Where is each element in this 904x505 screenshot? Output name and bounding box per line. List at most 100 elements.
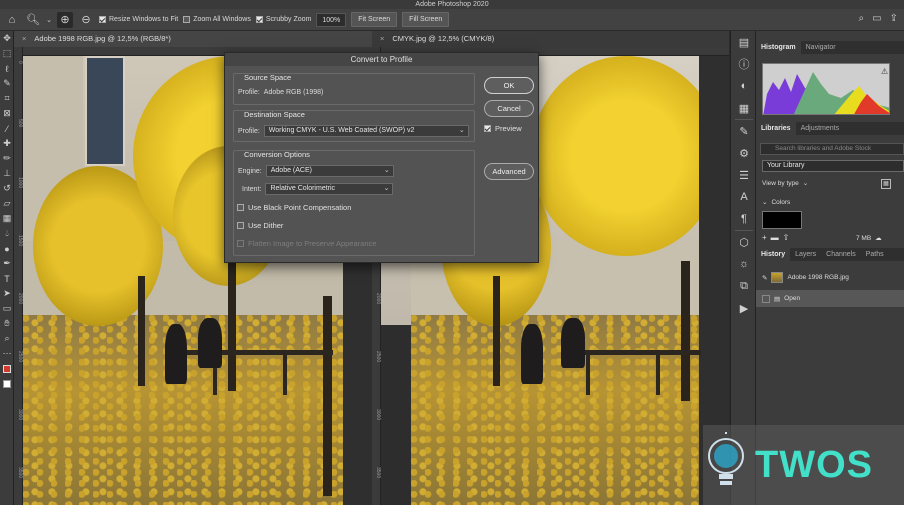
tab-histogram[interactable]: Histogram bbox=[756, 41, 801, 54]
lasso-tool-icon[interactable]: ℓ bbox=[0, 61, 14, 76]
brush-tool-icon[interactable]: ✏ bbox=[0, 151, 14, 166]
foreground-color-swatch[interactable] bbox=[0, 361, 14, 376]
scrubby-zoom-check[interactable] bbox=[255, 16, 263, 23]
history-brush-icon[interactable]: ↺ bbox=[0, 181, 14, 196]
ok-button[interactable]: OK bbox=[484, 77, 534, 94]
more-tools-icon[interactable]: ⋯ bbox=[0, 346, 14, 361]
history-snapshot[interactable]: ✎ Adobe 1998 RGB.jpg bbox=[756, 269, 904, 286]
hand-tool-icon[interactable]: ✋︎ bbox=[0, 316, 14, 331]
histogram-graph: ⚠ bbox=[762, 63, 890, 115]
black-point-check[interactable] bbox=[237, 204, 244, 211]
zoom-in-icon[interactable]: ⊕ bbox=[57, 11, 73, 28]
3d-icon[interactable]: ⬡ bbox=[731, 231, 757, 253]
folder-icon[interactable]: ▬ bbox=[771, 233, 779, 242]
light-icon[interactable]: ☼ bbox=[731, 253, 757, 275]
quick-select-icon[interactable]: ✎ bbox=[0, 76, 14, 91]
doc-tab-cmyk[interactable]: × CMYK.jpg @ 12,5% (CMYK/8) bbox=[372, 31, 729, 47]
type-tool-icon[interactable]: T bbox=[0, 271, 14, 286]
clone-stamp-icon[interactable]: ⊥ bbox=[0, 166, 14, 181]
fit-screen-button[interactable]: Fit Screen bbox=[351, 12, 398, 27]
engine-label: Engine: bbox=[238, 167, 262, 175]
intent-select[interactable]: Relative Colorimetric ⌄ bbox=[265, 183, 394, 195]
character-icon[interactable]: A bbox=[731, 186, 757, 208]
blur-tool-icon[interactable]: 💧︎ bbox=[0, 226, 14, 241]
crop-tool-icon[interactable]: ⌗ bbox=[0, 91, 14, 106]
fill-screen-button[interactable]: Fill Screen bbox=[402, 12, 450, 27]
preview-label: Preview bbox=[495, 124, 522, 133]
view-by-type[interactable]: View by type ⌄ bbox=[762, 179, 808, 188]
shape-tool-icon[interactable]: ▭ bbox=[0, 301, 14, 316]
add-icon[interactable]: + bbox=[762, 233, 767, 242]
scrubby-zoom-checkbox[interactable]: Scrubby Zoom bbox=[255, 16, 311, 23]
actions-play-icon[interactable]: ▶ bbox=[731, 297, 757, 319]
close-icon[interactable]: × bbox=[22, 34, 26, 43]
dither-checkbox[interactable]: Use Dither bbox=[237, 221, 283, 230]
color-swatch-black[interactable] bbox=[762, 211, 802, 229]
destination-profile-select[interactable]: Working CMYK - U.S. Web Coated (SWOP) v2… bbox=[263, 125, 469, 137]
history-state-open[interactable]: ▤ Open bbox=[756, 290, 904, 307]
brush-settings-icon[interactable]: ✎ bbox=[731, 120, 757, 142]
color-icon[interactable]: ◐ bbox=[731, 75, 757, 97]
zoom-all-windows-checkbox[interactable]: Zoom All Windows bbox=[183, 16, 251, 23]
swatches-icon[interactable]: ▦ bbox=[731, 97, 757, 119]
path-select-icon[interactable]: ➤ bbox=[0, 286, 14, 301]
dodge-tool-icon[interactable]: ● bbox=[0, 241, 14, 256]
library-select[interactable]: Your Library bbox=[762, 160, 904, 172]
eraser-icon[interactable]: ▱ bbox=[0, 196, 14, 211]
tab-adjustments[interactable]: Adjustments bbox=[796, 122, 845, 135]
eyedropper-icon[interactable]: ⁄ bbox=[0, 121, 14, 136]
cancel-button[interactable]: Cancel bbox=[484, 100, 534, 117]
tools-panel: ✥ ⬚ ℓ ✎ ⌗ ⊠ ⁄ ✚ ✏ ⊥ ↺ ▱ ▦ 💧︎ ● ✒ T ➤ ▭ ✋… bbox=[0, 31, 14, 505]
healing-brush-icon[interactable]: ✚ bbox=[0, 136, 14, 151]
tab-channels[interactable]: Channels bbox=[821, 248, 861, 261]
histogram-svg: ⚠ bbox=[763, 67, 889, 114]
tab-paths[interactable]: Paths bbox=[861, 248, 889, 261]
adjustments-icon[interactable]: ⚙︎ bbox=[731, 142, 757, 164]
background-color-swatch[interactable] bbox=[0, 376, 14, 391]
home-icon[interactable]: ⌂ bbox=[4, 12, 20, 28]
ruler-tick-label: 3000 bbox=[375, 409, 381, 421]
zoom-tool-side-icon[interactable]: ⌕ bbox=[0, 331, 14, 346]
resize-windows-check[interactable] bbox=[99, 16, 106, 23]
advanced-button[interactable]: Advanced bbox=[484, 163, 534, 180]
dither-check[interactable] bbox=[237, 222, 244, 229]
marquee-tool-icon[interactable]: ⬚ bbox=[0, 46, 14, 61]
zoom-out-icon[interactable]: ⊖ bbox=[78, 12, 94, 28]
search-icon[interactable]: ⌕ bbox=[859, 13, 865, 24]
tab-libraries[interactable]: Libraries bbox=[756, 122, 796, 135]
histogram-icon[interactable]: ▤ bbox=[731, 31, 757, 53]
histogram-tab-bar: Histogram Navigator bbox=[756, 41, 904, 54]
twos-watermark: TWOS bbox=[703, 425, 904, 505]
zoom-percent-field[interactable]: 100% bbox=[316, 12, 347, 27]
upload-icon[interactable]: ⇧ bbox=[783, 233, 790, 242]
gradient-icon[interactable]: ▦ bbox=[0, 211, 14, 226]
info-icon[interactable]: ⓘ bbox=[731, 53, 757, 75]
workspace-icon[interactable]: ▭ bbox=[872, 13, 881, 24]
zoom-all-check[interactable] bbox=[183, 16, 191, 23]
tab-history[interactable]: History bbox=[756, 248, 791, 261]
chevron-down-icon[interactable]: ⌄ bbox=[46, 12, 52, 28]
properties-icon[interactable]: ☰ bbox=[731, 164, 757, 186]
black-point-checkbox[interactable]: Use Black Point Compensation bbox=[237, 203, 351, 212]
size-label: 7 MB bbox=[856, 234, 872, 242]
layer-comps-icon[interactable]: ⧉ bbox=[731, 275, 757, 297]
destination-space-group: Destination Space Profile: Working CMYK … bbox=[233, 110, 475, 142]
frame-tool-icon[interactable]: ⊠ bbox=[0, 106, 14, 121]
share-icon[interactable]: ⇪ bbox=[890, 13, 898, 24]
paragraph-icon[interactable]: ¶ bbox=[731, 208, 757, 230]
tab-navigator[interactable]: Navigator bbox=[801, 41, 841, 54]
preview-check[interactable] bbox=[484, 125, 491, 132]
close-icon[interactable]: × bbox=[380, 34, 384, 43]
grid-view-icon[interactable]: ▦ bbox=[881, 179, 891, 189]
colors-section[interactable]: ⌄ Colors bbox=[762, 198, 790, 207]
library-search-input[interactable]: Search libraries and Adobe Stock bbox=[760, 143, 904, 155]
preview-checkbox[interactable]: Preview bbox=[484, 124, 522, 133]
zoom-tool-icon[interactable]: 🔍︎ bbox=[25, 12, 41, 28]
move-tool-icon[interactable]: ✥ bbox=[0, 31, 14, 46]
resize-windows-checkbox[interactable]: Resize Windows to Fit bbox=[99, 16, 178, 23]
doc-tab-rgb[interactable]: × Adobe 1998 RGB.jpg @ 12,5% (RGB/8*) bbox=[14, 31, 372, 47]
tab-layers[interactable]: Layers bbox=[790, 248, 821, 261]
engine-select[interactable]: Adobe (ACE) ⌄ bbox=[265, 165, 394, 177]
pen-tool-icon[interactable]: ✒ bbox=[0, 256, 14, 271]
options-bar-right-icons: ⌕ ▭ ⇪ bbox=[859, 13, 898, 24]
